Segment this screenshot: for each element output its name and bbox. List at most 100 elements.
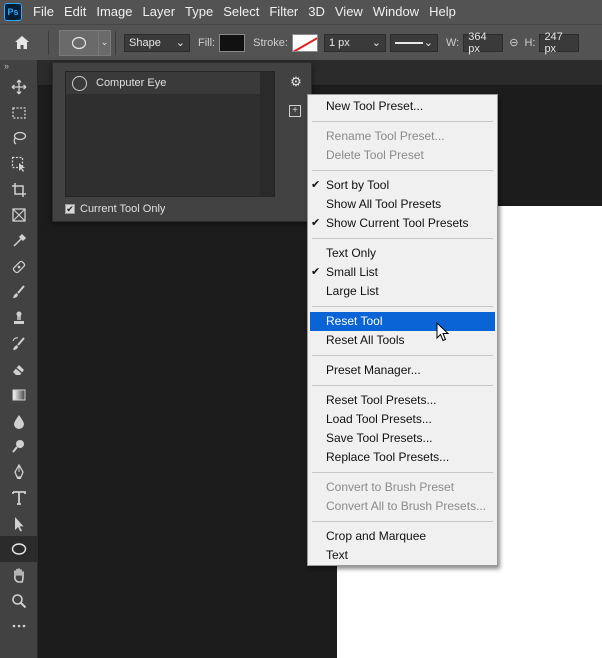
- chevron-down-icon[interactable]: ⌄: [99, 29, 111, 56]
- current-tool-only-option[interactable]: ✔ Current Tool Only: [65, 203, 165, 215]
- menu-item-label: Preset Manager...: [326, 363, 421, 377]
- divider: [48, 30, 49, 55]
- stroke-width-value: 1 px: [328, 36, 350, 49]
- tool-eyedropper[interactable]: [0, 228, 38, 254]
- tool-move[interactable]: [0, 74, 38, 100]
- menu-item-save-tool-presets[interactable]: Save Tool Presets...: [308, 429, 497, 448]
- preset-item[interactable]: Computer Eye: [66, 72, 274, 94]
- menu-item-label: Show Current Tool Presets: [326, 216, 469, 230]
- menu-separator: [312, 521, 493, 522]
- tool-stamp[interactable]: [0, 305, 38, 331]
- tool-path-select[interactable]: [0, 511, 38, 537]
- expand-panel-icon[interactable]: »: [0, 60, 37, 74]
- stroke-width-select[interactable]: 1 px ⌄: [323, 33, 386, 52]
- tool-ellipse[interactable]: [0, 536, 38, 563]
- menu-type[interactable]: Type: [180, 0, 218, 24]
- menu-item-new-tool-preset[interactable]: New Tool Preset...: [308, 97, 497, 116]
- tool-lasso[interactable]: [0, 125, 38, 151]
- tool-crop[interactable]: [0, 177, 38, 203]
- tool-pen[interactable]: [0, 459, 38, 485]
- stroke-type-select[interactable]: ⌄: [389, 33, 438, 52]
- tool-blur[interactable]: [0, 408, 38, 434]
- menu-item-rename-tool-preset[interactable]: Rename Tool Preset...: [308, 127, 497, 146]
- menu-item-load-tool-presets[interactable]: Load Tool Presets...: [308, 410, 497, 429]
- menu-filter[interactable]: Filter: [264, 0, 303, 24]
- tool-healing[interactable]: [0, 254, 38, 280]
- home-button[interactable]: [0, 25, 44, 61]
- tool-zoom[interactable]: [0, 588, 38, 614]
- menu-item-text[interactable]: Text: [308, 546, 497, 565]
- tool-preset-picker[interactable]: [59, 29, 99, 56]
- menu-item-reset-tool[interactable]: Reset Tool: [310, 312, 495, 331]
- blur-icon: [14, 414, 24, 429]
- menu-item-reset-all-tools[interactable]: Reset All Tools: [308, 331, 497, 350]
- tool-object-select[interactable]: [0, 151, 38, 177]
- menu-edit[interactable]: Edit: [59, 0, 91, 24]
- fill-swatch[interactable]: [219, 33, 246, 52]
- menu-item-show-current-tool-presets[interactable]: ✔ Show Current Tool Presets: [308, 214, 497, 233]
- tool-dodge[interactable]: [0, 434, 38, 460]
- tool-marquee[interactable]: [0, 100, 38, 126]
- tool-type[interactable]: [0, 485, 38, 511]
- stroke-line-icon: [394, 41, 423, 44]
- menu-view[interactable]: View: [330, 0, 368, 24]
- photoshop-logo[interactable]: Ps: [4, 3, 22, 21]
- menu-item-label: Convert to Brush Preset: [326, 480, 455, 494]
- link-icon[interactable]: ⊖: [509, 36, 518, 49]
- stroke-swatch[interactable]: [291, 33, 318, 52]
- eraser-icon: [13, 365, 24, 376]
- dodge-icon: [12, 440, 24, 454]
- menu-item-reset-tool-presets[interactable]: Reset Tool Presets...: [308, 391, 497, 410]
- tool-gradient[interactable]: [0, 382, 38, 408]
- menu-item-text-only[interactable]: Text Only: [308, 244, 497, 263]
- path-select-icon: [15, 516, 24, 532]
- menu-item-convert-to-brush-preset[interactable]: Convert to Brush Preset: [308, 478, 497, 497]
- menu-item-replace-tool-presets[interactable]: Replace Tool Presets...: [308, 448, 497, 467]
- menu-file[interactable]: File: [28, 0, 59, 24]
- menu-item-label: Sort by Tool: [326, 178, 390, 192]
- menu-item-label: Text Only: [326, 246, 377, 260]
- tool-eraser[interactable]: [0, 357, 38, 383]
- menu-separator: [312, 121, 493, 122]
- chevron-down-icon: ⌄: [175, 37, 185, 49]
- hand-icon: [14, 568, 24, 583]
- menu-item-sort-by-tool[interactable]: ✔ Sort by Tool: [308, 176, 497, 195]
- preset-scrollbar[interactable]: [260, 72, 274, 196]
- new-preset-icon[interactable]: +: [289, 105, 301, 117]
- menu-item-label: Large List: [326, 284, 379, 298]
- menu-item-large-list[interactable]: Large List: [308, 282, 497, 301]
- tool-hand[interactable]: [0, 562, 38, 588]
- menu-window[interactable]: Window: [368, 0, 424, 24]
- menu-item-convert-all-to-brush-presets[interactable]: Convert All to Brush Presets...: [308, 497, 497, 516]
- gear-icon[interactable]: ⚙: [285, 73, 307, 91]
- menu-item-label: Save Tool Presets...: [326, 431, 433, 445]
- mode-select[interactable]: Shape ⌄: [124, 33, 190, 52]
- menu-3d[interactable]: 3D: [303, 0, 330, 24]
- menu-item-show-all-tool-presets[interactable]: Show All Tool Presets: [308, 195, 497, 214]
- current-tool-only-checkbox[interactable]: ✔: [65, 204, 75, 214]
- menu-bar: Ps File Edit Image Layer Type Select Fil…: [0, 0, 602, 24]
- menu-image[interactable]: Image: [91, 0, 137, 24]
- object-select-icon: [11, 156, 25, 172]
- preset-item-label: Computer Eye: [96, 77, 167, 89]
- tool-more[interactable]: [0, 613, 38, 639]
- divider: [115, 30, 116, 55]
- menu-select[interactable]: Select: [218, 0, 264, 24]
- tool-history-brush[interactable]: [0, 331, 38, 357]
- tool-frame[interactable]: [0, 202, 38, 228]
- menu-item-label: Delete Tool Preset: [326, 148, 424, 162]
- menu-item-crop-and-marquee[interactable]: Crop and Marquee: [308, 527, 497, 546]
- menu-help[interactable]: Help: [424, 0, 461, 24]
- mode-select-value: Shape: [129, 36, 161, 49]
- menu-item-preset-manager[interactable]: Preset Manager...: [308, 361, 497, 380]
- menu-item-label: Small List: [326, 265, 379, 279]
- height-field[interactable]: 247 px: [539, 31, 580, 55]
- menu-layer[interactable]: Layer: [138, 0, 181, 24]
- brush-icon: [13, 285, 25, 299]
- width-field[interactable]: 364 px: [463, 31, 504, 55]
- menu-item-delete-tool-preset[interactable]: Delete Tool Preset: [308, 146, 497, 165]
- tool-brush[interactable]: [0, 280, 38, 306]
- menu-item-small-list[interactable]: ✔ Small List: [308, 263, 497, 282]
- marquee-icon: [12, 106, 26, 119]
- ellipse-tool-icon: [71, 36, 87, 49]
